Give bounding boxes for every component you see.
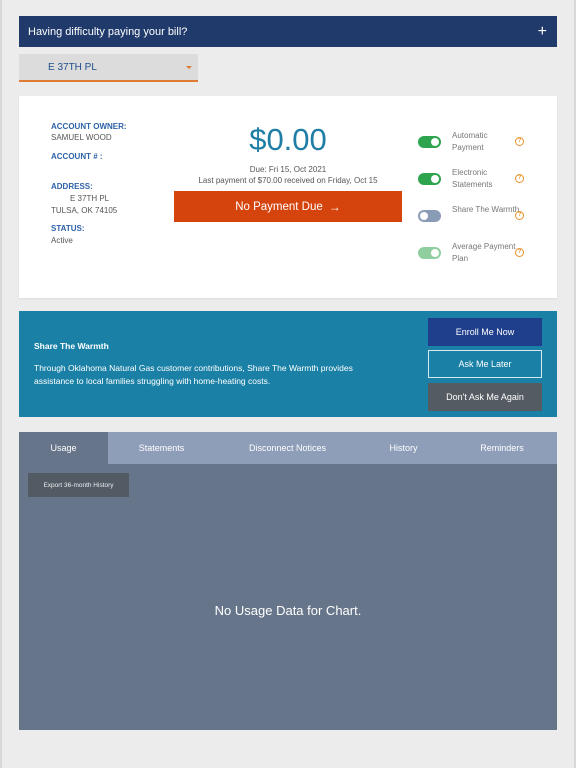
billing-summary: $0.00 Due: Fri 15, Oct 2021 Last payment… bbox=[174, 120, 402, 222]
dont-ask-again-button[interactable]: Don't Ask Me Again bbox=[428, 383, 542, 411]
help-icon[interactable]: ? bbox=[515, 211, 524, 220]
status-value: Active bbox=[51, 236, 73, 245]
warmth-title: Share The Warmth bbox=[34, 341, 109, 351]
share-the-warmth-label: Share The Warmth bbox=[452, 205, 520, 214]
address-line-2: TULSA, OK 74105 bbox=[51, 206, 118, 215]
tab-usage[interactable]: Usage bbox=[19, 432, 108, 464]
address-label: ADDRESS: bbox=[51, 182, 93, 191]
tab-reminders[interactable]: Reminders bbox=[447, 432, 557, 464]
tab-bar: Usage Statements Disconnect Notices Hist… bbox=[19, 432, 557, 464]
help-icon[interactable]: ? bbox=[515, 137, 524, 146]
automatic-payment-toggle[interactable] bbox=[418, 136, 441, 148]
tab-statements[interactable]: Statements bbox=[108, 432, 215, 464]
page-edge-left bbox=[0, 0, 2, 768]
bill-help-text: Having difficulty paying your bill? bbox=[28, 25, 188, 38]
help-icon[interactable]: ? bbox=[515, 174, 524, 183]
setting-automatic-payment: Automatic Payment ? bbox=[418, 130, 530, 154]
plus-icon[interactable]: + bbox=[538, 23, 547, 40]
account-owner-value: SAMUEL WOOD bbox=[51, 133, 112, 142]
account-number-label: ACCOUNT # : bbox=[51, 152, 103, 161]
due-date-text: Due: Fri 15, Oct 2021 bbox=[249, 165, 327, 174]
status-label: STATUS: bbox=[51, 224, 85, 233]
help-icon[interactable]: ? bbox=[515, 248, 524, 257]
address-line-1: E 37TH PL bbox=[70, 194, 110, 203]
average-payment-plan-toggle[interactable] bbox=[418, 247, 441, 259]
caret-down-icon bbox=[186, 65, 192, 69]
setting-share-the-warmth: Share The Warmth ? bbox=[418, 204, 530, 228]
account-owner-label: ACCOUNT OWNER: bbox=[51, 122, 127, 131]
warmth-description: Through Oklahoma Natural Gas customer co… bbox=[34, 363, 353, 386]
setting-average-payment-plan: Average Payment Plan ? bbox=[418, 241, 530, 265]
pay-button-label: No Payment Due bbox=[235, 200, 323, 213]
average-payment-plan-label: Average Payment Plan bbox=[452, 242, 516, 263]
setting-electronic-statements: Electronic Statements ? bbox=[418, 167, 530, 191]
address-select-value: E 37TH PL bbox=[48, 61, 97, 73]
last-payment-text: Last payment of $70.00 received on Frida… bbox=[198, 176, 378, 185]
enroll-me-now-button[interactable]: Enroll Me Now bbox=[428, 318, 542, 346]
ask-me-later-button[interactable]: Ask Me Later bbox=[428, 350, 542, 378]
account-tabs-panel: Usage Statements Disconnect Notices Hist… bbox=[19, 432, 557, 730]
automatic-payment-label: Automatic Payment bbox=[452, 131, 488, 152]
tab-history[interactable]: History bbox=[360, 432, 447, 464]
arrow-right-icon: → bbox=[328, 199, 341, 214]
share-the-warmth-toggle[interactable] bbox=[418, 210, 441, 222]
tab-disconnect-notices[interactable]: Disconnect Notices bbox=[215, 432, 360, 464]
electronic-statements-label: Electronic Statements bbox=[452, 168, 493, 189]
address-select[interactable]: E 37TH PL bbox=[19, 54, 198, 82]
export-history-button[interactable]: Export 36-month History bbox=[28, 473, 129, 497]
amount-due: $0.00 bbox=[249, 122, 327, 157]
electronic-statements-toggle[interactable] bbox=[418, 173, 441, 185]
share-the-warmth-banner: Share The Warmth Through Oklahoma Natura… bbox=[19, 311, 557, 417]
account-summary-card: ACCOUNT OWNER: SAMUEL WOOD ACCOUNT # : A… bbox=[19, 96, 557, 298]
pay-button[interactable]: No Payment Due → bbox=[174, 191, 402, 222]
usage-empty-message: No Usage Data for Chart. bbox=[214, 603, 362, 618]
bill-help-accordion[interactable]: Having difficulty paying your bill? + bbox=[19, 16, 557, 47]
